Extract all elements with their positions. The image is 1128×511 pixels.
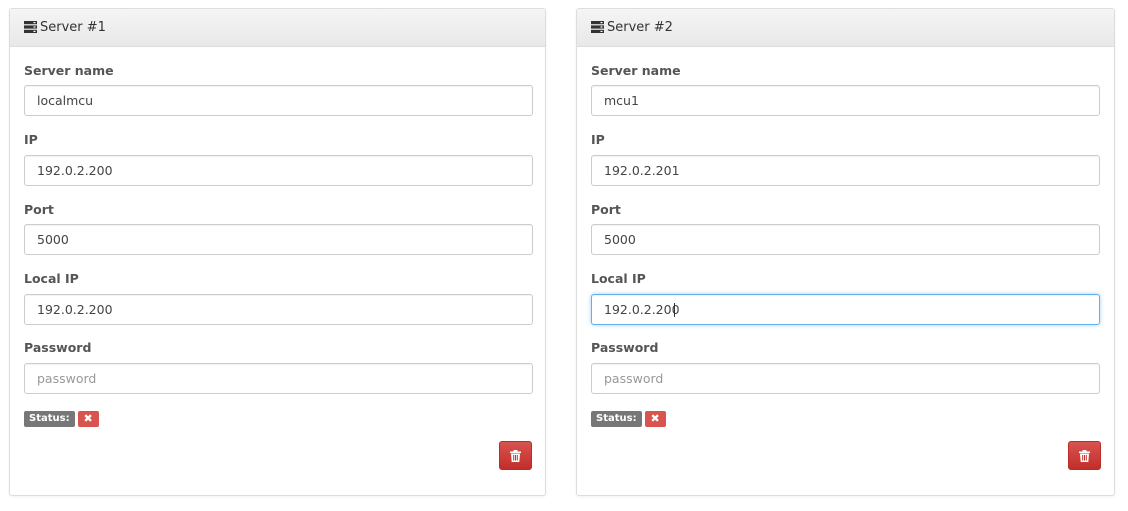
port-label: Port	[591, 202, 621, 217]
text-cursor	[674, 303, 675, 317]
status-row: Status: ✖	[591, 411, 666, 427]
local-ip-label: Local IP	[591, 271, 646, 286]
panel-heading: Server #1	[10, 9, 545, 47]
status-label: Status:	[591, 411, 642, 427]
server-name-label: Server name	[24, 63, 114, 78]
password-label: Password	[24, 340, 92, 355]
server-panel-1: Server #1 Server name IP Port Local IP P…	[9, 8, 546, 496]
panel-title: Server #2	[607, 20, 673, 35]
server-icon	[591, 20, 604, 33]
local-ip-input[interactable]	[591, 294, 1100, 325]
status-label: Status:	[24, 411, 75, 427]
trash-icon	[510, 449, 521, 462]
port-label: Port	[24, 202, 54, 217]
panel-title: Server #1	[40, 20, 106, 35]
status-error-icon: ✖	[77, 411, 99, 427]
server-name-label: Server name	[591, 63, 681, 78]
password-input[interactable]	[24, 363, 533, 394]
trash-icon	[1079, 449, 1090, 462]
local-ip-label: Local IP	[24, 271, 79, 286]
status-row: Status: ✖	[24, 411, 99, 427]
port-input[interactable]	[24, 224, 533, 255]
status-error-icon: ✖	[644, 411, 666, 427]
ip-input[interactable]	[24, 155, 533, 186]
password-input[interactable]	[591, 363, 1100, 394]
password-label: Password	[591, 340, 659, 355]
server-name-input[interactable]	[24, 85, 533, 116]
ip-label: IP	[591, 132, 605, 147]
ip-label: IP	[24, 132, 38, 147]
panel-heading: Server #2	[577, 9, 1114, 47]
delete-server-button[interactable]	[499, 441, 532, 470]
server-name-input[interactable]	[591, 85, 1100, 116]
ip-input[interactable]	[591, 155, 1100, 186]
server-icon	[24, 20, 37, 33]
port-input[interactable]	[591, 224, 1100, 255]
local-ip-input[interactable]	[24, 294, 533, 325]
server-panel-2: Server #2 Server name IP Port Local IP P…	[576, 8, 1115, 496]
delete-server-button[interactable]	[1068, 441, 1101, 470]
